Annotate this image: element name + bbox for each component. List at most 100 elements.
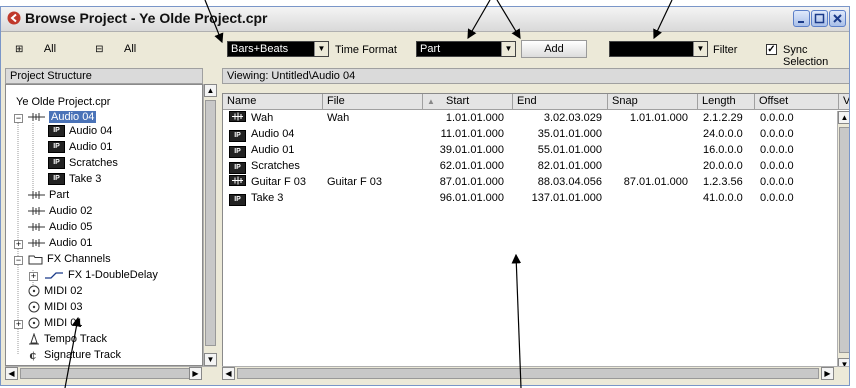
cell-start: 96.01.01.000 [439,192,504,204]
column-header-start[interactable]: ▲ Start [423,94,513,110]
tree-item-midi-01[interactable]: MIDI 01 [28,316,83,331]
column-header-snap[interactable]: Snap [608,94,698,110]
tree-item-tempo-track[interactable]: Tempo Track [28,332,107,347]
tree-item-fx-channels[interactable]: FX Channels [28,252,111,267]
tree-item-audio-02-track[interactable]: Audio 02 [28,204,92,219]
cell-length: 2.1.2.29 [703,112,743,124]
toolbar: ⊞ All ⊟ All Bars+Beats ▼ Time Format Par… [1,32,849,68]
expand-toggle[interactable]: + [14,240,23,249]
tree-item-signature-track[interactable]: ¢ Signature Track [28,348,121,363]
tree-item-label: FX 1-DoubleDelay [68,269,158,281]
column-label: End [517,95,537,107]
column-header-file[interactable]: File [323,94,423,110]
expand-all-button[interactable]: ⊞ All [15,43,77,55]
type-select[interactable]: Part ▼ [416,41,516,57]
scroll-right-icon[interactable]: ▶ [189,367,202,380]
tree-item-label: MIDI 02 [44,285,83,297]
cell-file: Wah [327,112,350,124]
scroll-thumb[interactable] [237,368,819,379]
audio-part-icon: IP [48,157,65,170]
maximize-icon [814,13,825,24]
table-vertical-scrollbar[interactable]: ▲ ▼ [837,111,849,371]
tree-item-part-track[interactable]: Part [28,188,69,203]
scroll-thumb[interactable] [20,368,190,379]
filter-select[interactable]: ▼ [609,41,708,57]
tree-item-take-3-part[interactable]: IP Take 3 [48,172,101,187]
scroll-thumb[interactable] [205,100,216,346]
scroll-left-icon[interactable]: ◀ [5,367,18,380]
table-row[interactable]: Wah Wah 1.01.01.000 3.02.03.029 1.01.01.… [223,111,837,127]
tree-vertical-scrollbar[interactable]: ▲ ▼ [203,84,217,366]
midi-track-icon [28,285,40,297]
close-button[interactable] [829,10,846,27]
expand-toggle[interactable]: + [29,272,38,281]
collapse-toggle[interactable]: − [14,256,23,265]
row-icon: IP [229,143,246,158]
tree-item-label: Take 3 [69,173,102,185]
folder-icon [28,255,43,265]
expand-toggle[interactable]: + [14,320,23,329]
tree-item-scratches-part[interactable]: IP Scratches [48,156,118,171]
cell-snap [608,191,688,206]
time-format-label: Time Format [335,44,397,56]
tree-item-midi-03[interactable]: MIDI 03 [28,300,83,315]
tree-item-audio-05-track[interactable]: Audio 05 [28,220,92,235]
column-header-more[interactable]: V [839,94,849,110]
tree-item-label: Audio 01 [69,141,113,153]
column-header-length[interactable]: Length [698,94,755,110]
table-row[interactable]: IP Scratches 62.01.01.000 82.01.01.000 2… [223,159,837,175]
project-structure-title: Project Structure [10,70,92,82]
time-format-select[interactable]: Bars+Beats ▼ [227,41,329,57]
sync-selection-checkbox[interactable]: ✓ [766,44,777,55]
cell-start: 11.01.01.000 [440,128,504,140]
tree-horizontal-scrollbar[interactable]: ◀ ▶ [5,366,217,380]
tree-item-label: Part [49,189,70,201]
collapse-all-button[interactable]: ⊟ All [95,43,154,55]
minimize-button[interactable] [793,10,810,27]
cell-offset: 0.0.0.0 [760,112,794,124]
tree-item-label: FX Channels [47,253,111,265]
tree-item-fx-1-doubledelay[interactable]: FX 1-DoubleDelay [44,268,158,283]
scroll-up-icon[interactable]: ▲ [204,84,217,97]
table-row[interactable]: Guitar F 03 Guitar F 03 87.01.01.000 88.… [223,175,837,191]
tree-item-label: Ye Olde Project.cpr [16,96,111,108]
collapse-toggle[interactable]: − [14,114,23,123]
tree-item-audio-04-part[interactable]: IP Audio 04 [48,124,112,139]
tree-item-audio-01-track[interactable]: Audio 01 [28,236,92,251]
table-horizontal-scrollbar[interactable]: ◀ ▶ [222,366,849,380]
cell-offset: 0.0.0.0 [760,176,794,188]
cell-snap: 1.01.01.000 [629,112,688,124]
scroll-left-icon[interactable]: ◀ [222,367,235,380]
tree-item-project[interactable]: Ye Olde Project.cpr [16,95,110,110]
sort-ascending-icon: ▲ [427,97,435,106]
tree-item-label: Tempo Track [44,333,107,345]
audio-part-icon: IP [48,141,65,154]
table-row[interactable]: IP Audio 01 39.01.01.000 55.01.01.000 16… [223,143,837,159]
column-header-end[interactable]: End [513,94,608,110]
add-button[interactable]: Add [521,40,587,58]
maximize-button[interactable] [811,10,828,27]
tree-item-label: Audio 04 [49,111,97,123]
audio-track-icon [28,191,45,200]
scroll-right-icon[interactable]: ▶ [821,367,834,380]
scroll-up-icon[interactable]: ▲ [838,111,849,124]
tree-item-audio-04-track[interactable]: Audio 04 [28,110,97,125]
tree-item-midi-02[interactable]: MIDI 02 [28,284,83,299]
scroll-thumb[interactable] [839,127,849,353]
column-label: Snap [612,95,638,107]
viewing-path: Viewing: Untitled\Audio 04 [227,70,356,82]
audio-track-icon [28,207,45,216]
column-header-offset[interactable]: Offset [755,94,839,110]
cell-name: Wah [251,112,274,124]
expand-icon: ⊞ [15,44,24,55]
title-bar[interactable]: Browse Project - Ye Olde Project.cpr [1,7,849,32]
table-row[interactable]: IP Audio 04 11.01.01.000 35.01.01.000 24… [223,127,837,143]
close-icon [833,14,842,23]
tree-item-audio-01-part[interactable]: IP Audio 01 [48,140,112,155]
cell-name: Audio 01 [251,144,295,156]
cell-length: 41.0.0.0 [703,192,743,204]
scroll-down-icon[interactable]: ▼ [204,353,217,366]
cell-start: 62.01.01.000 [439,160,504,172]
table-row[interactable]: IP Take 3 96.01.01.000 137.01.01.000 41.… [223,191,837,207]
column-header-name[interactable]: Name [223,94,323,110]
